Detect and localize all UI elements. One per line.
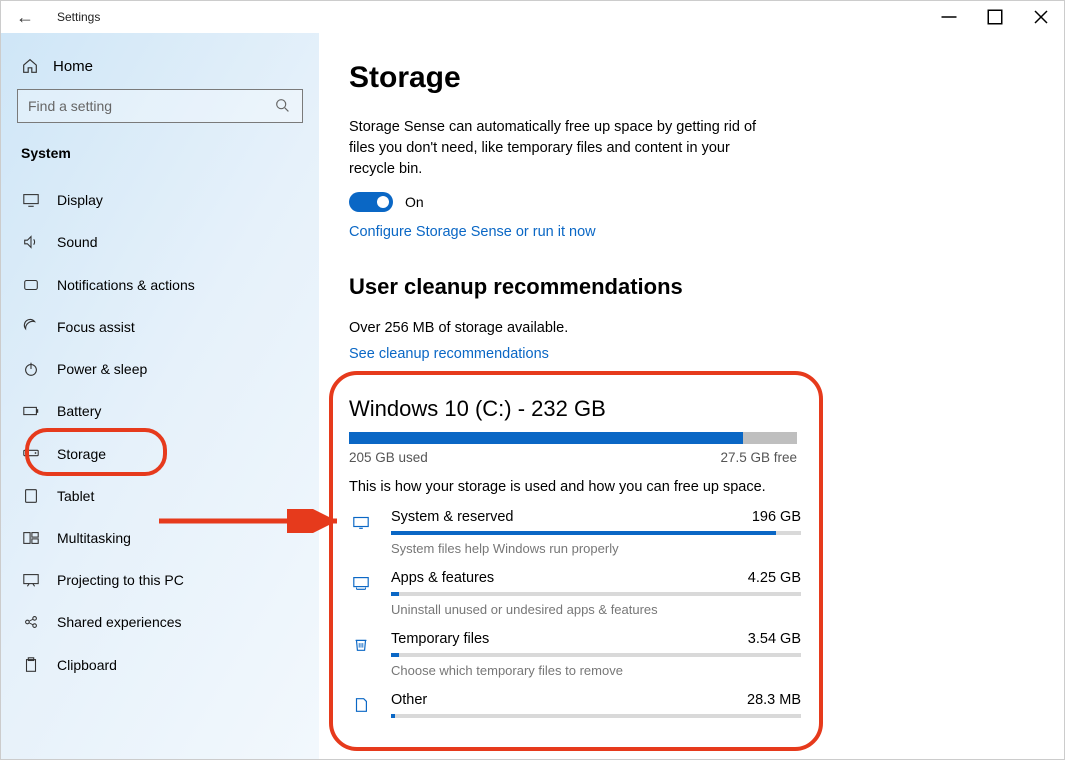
close-button[interactable] xyxy=(1018,1,1064,33)
category-size: 4.25 GB xyxy=(748,570,801,586)
category-hint: Choose which temporary files to remove xyxy=(391,663,801,678)
sidebar-item-sound[interactable]: Sound xyxy=(17,221,303,263)
power-icon xyxy=(21,360,41,378)
sidebar-item-label: Projecting to this PC xyxy=(57,572,184,588)
battery-icon xyxy=(21,402,41,420)
window-title: Settings xyxy=(57,10,100,24)
sidebar-item-storage[interactable]: Storage xyxy=(17,432,303,474)
used-label: 205 GB used xyxy=(349,450,428,465)
sidebar-item-power-sleep[interactable]: Power & sleep xyxy=(17,348,303,390)
sidebar-item-projecting[interactable]: Projecting to this PC xyxy=(17,559,303,601)
apps-icon xyxy=(349,570,373,593)
focus-assist-icon xyxy=(21,318,41,336)
category-size: 3.54 GB xyxy=(748,631,801,647)
category-name: Apps & features xyxy=(391,570,494,586)
category-hint: System files help Windows run properly xyxy=(391,541,801,556)
toggle-label: On xyxy=(405,194,424,210)
sidebar-item-label: Battery xyxy=(57,403,101,419)
sidebar-item-label: Home xyxy=(53,58,93,75)
sidebar-section-label: System xyxy=(17,141,303,179)
cleanup-heading: User cleanup recommendations xyxy=(349,274,1028,300)
other-icon xyxy=(349,692,373,715)
titlebar: ← Settings xyxy=(1,1,1064,33)
projecting-icon xyxy=(21,571,41,589)
shared-icon xyxy=(21,613,41,631)
how-storage-used-text: This is how your storage is used and how… xyxy=(349,479,1028,495)
drive-usage-bar xyxy=(349,432,797,444)
category-name: Temporary files xyxy=(391,631,489,647)
clipboard-icon xyxy=(21,656,41,674)
category-name: Other xyxy=(391,692,427,708)
category-system-reserved[interactable]: System & reserved 196 GB System files hel… xyxy=(349,509,801,556)
main-content: Storage Storage Sense can automatically … xyxy=(319,33,1064,759)
category-other[interactable]: Other 28.3 MB xyxy=(349,692,801,718)
sidebar-item-multitasking[interactable]: Multitasking xyxy=(17,517,303,559)
free-label: 27.5 GB free xyxy=(720,450,797,465)
sidebar-item-label: Focus assist xyxy=(57,319,135,335)
storage-sense-toggle[interactable] xyxy=(349,192,393,212)
tablet-icon xyxy=(21,487,41,505)
category-name: System & reserved xyxy=(391,509,514,525)
sidebar-item-label: Clipboard xyxy=(57,657,117,673)
sidebar-item-label: Shared experiences xyxy=(57,614,182,630)
maximize-button[interactable] xyxy=(972,1,1018,33)
sidebar-item-notifications[interactable]: Notifications & actions xyxy=(17,264,303,306)
page-title: Storage xyxy=(349,61,1028,95)
sound-icon xyxy=(21,233,41,251)
storage-sense-description: Storage Sense can automatically free up … xyxy=(349,117,779,180)
search-input[interactable]: Find a setting xyxy=(17,89,303,123)
sidebar-item-label: Power & sleep xyxy=(57,361,147,377)
display-icon xyxy=(21,191,41,209)
sidebar: Home Find a setting System Display Sound… xyxy=(1,33,319,759)
back-button[interactable]: ← xyxy=(1,1,49,33)
sidebar-item-label: Multitasking xyxy=(57,530,131,546)
multitasking-icon xyxy=(21,529,41,547)
category-apps-features[interactable]: Apps & features 4.25 GB Uninstall unused … xyxy=(349,570,801,617)
category-hint: Uninstall unused or undesired apps & fea… xyxy=(391,602,801,617)
category-size: 28.3 MB xyxy=(747,692,801,708)
sidebar-item-label: Sound xyxy=(57,234,97,250)
category-size: 196 GB xyxy=(752,509,801,525)
sidebar-item-focus-assist[interactable]: Focus assist xyxy=(17,306,303,348)
drive-title: Windows 10 (C:) - 232 GB xyxy=(349,396,1028,422)
storage-icon xyxy=(21,444,41,462)
search-placeholder: Find a setting xyxy=(28,98,112,114)
search-icon xyxy=(274,97,292,115)
sidebar-item-clipboard[interactable]: Clipboard xyxy=(17,644,303,686)
notifications-icon xyxy=(21,276,41,294)
home-icon xyxy=(21,57,39,75)
trash-icon xyxy=(349,631,373,654)
sidebar-item-display[interactable]: Display xyxy=(17,179,303,221)
see-cleanup-link[interactable]: See cleanup recommendations xyxy=(349,346,1028,362)
sidebar-item-shared-experiences[interactable]: Shared experiences xyxy=(17,601,303,643)
sidebar-item-label: Display xyxy=(57,192,103,208)
sidebar-item-home[interactable]: Home xyxy=(17,51,303,89)
sidebar-item-label: Storage xyxy=(57,446,106,462)
minimize-button[interactable] xyxy=(926,1,972,33)
system-icon xyxy=(349,509,373,532)
category-temporary-files[interactable]: Temporary files 3.54 GB Choose which temp… xyxy=(349,631,801,678)
sidebar-item-battery[interactable]: Battery xyxy=(17,390,303,432)
sidebar-item-label: Tablet xyxy=(57,488,94,504)
configure-storage-sense-link[interactable]: Configure Storage Sense or run it now xyxy=(349,224,1028,240)
sidebar-item-tablet[interactable]: Tablet xyxy=(17,475,303,517)
cleanup-available-text: Over 256 MB of storage available. xyxy=(349,320,1028,336)
drive-usage-fill xyxy=(349,432,743,444)
sidebar-item-label: Notifications & actions xyxy=(57,277,195,293)
